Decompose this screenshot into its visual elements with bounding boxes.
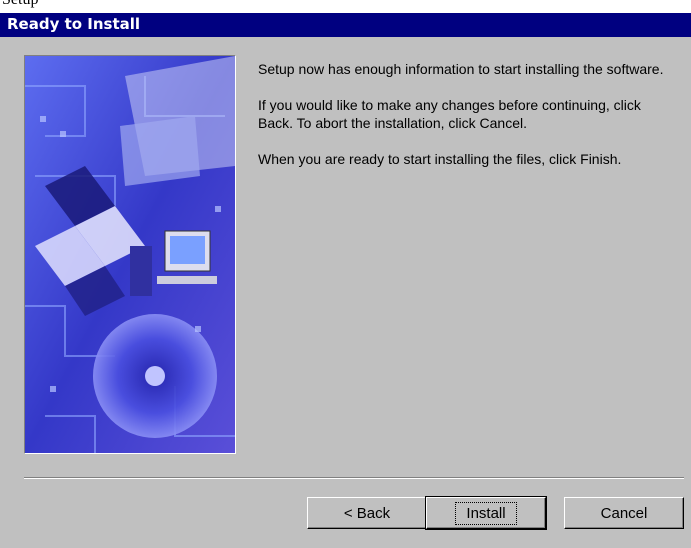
page-fragment-text: Setup <box>2 0 38 9</box>
message-paragraph-1: Setup now has enough information to star… <box>258 61 664 77</box>
dialog-title: Ready to Install <box>7 15 141 33</box>
back-button[interactable]: < Back <box>307 497 427 529</box>
banner-graphic <box>25 56 235 453</box>
button-separator <box>24 477 684 479</box>
wizard-message: Setup now has enough information to star… <box>258 60 678 186</box>
install-button-label: Install <box>455 501 517 525</box>
page-top-strip: Setup <box>0 0 691 13</box>
message-paragraph-2: If you would like to make any changes be… <box>258 97 641 131</box>
message-paragraph-3: When you are ready to start installing t… <box>258 151 622 167</box>
install-button[interactable]: Install <box>425 496 547 530</box>
setup-wizard-banner-icon <box>24 55 236 454</box>
dialog-titlebar: Ready to Install <box>0 13 691 39</box>
cancel-button[interactable]: Cancel <box>564 497 684 529</box>
